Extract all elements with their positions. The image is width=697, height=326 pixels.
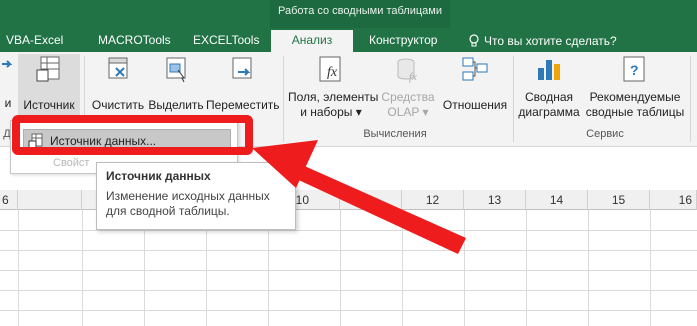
red-arrow-icon	[252, 140, 466, 254]
